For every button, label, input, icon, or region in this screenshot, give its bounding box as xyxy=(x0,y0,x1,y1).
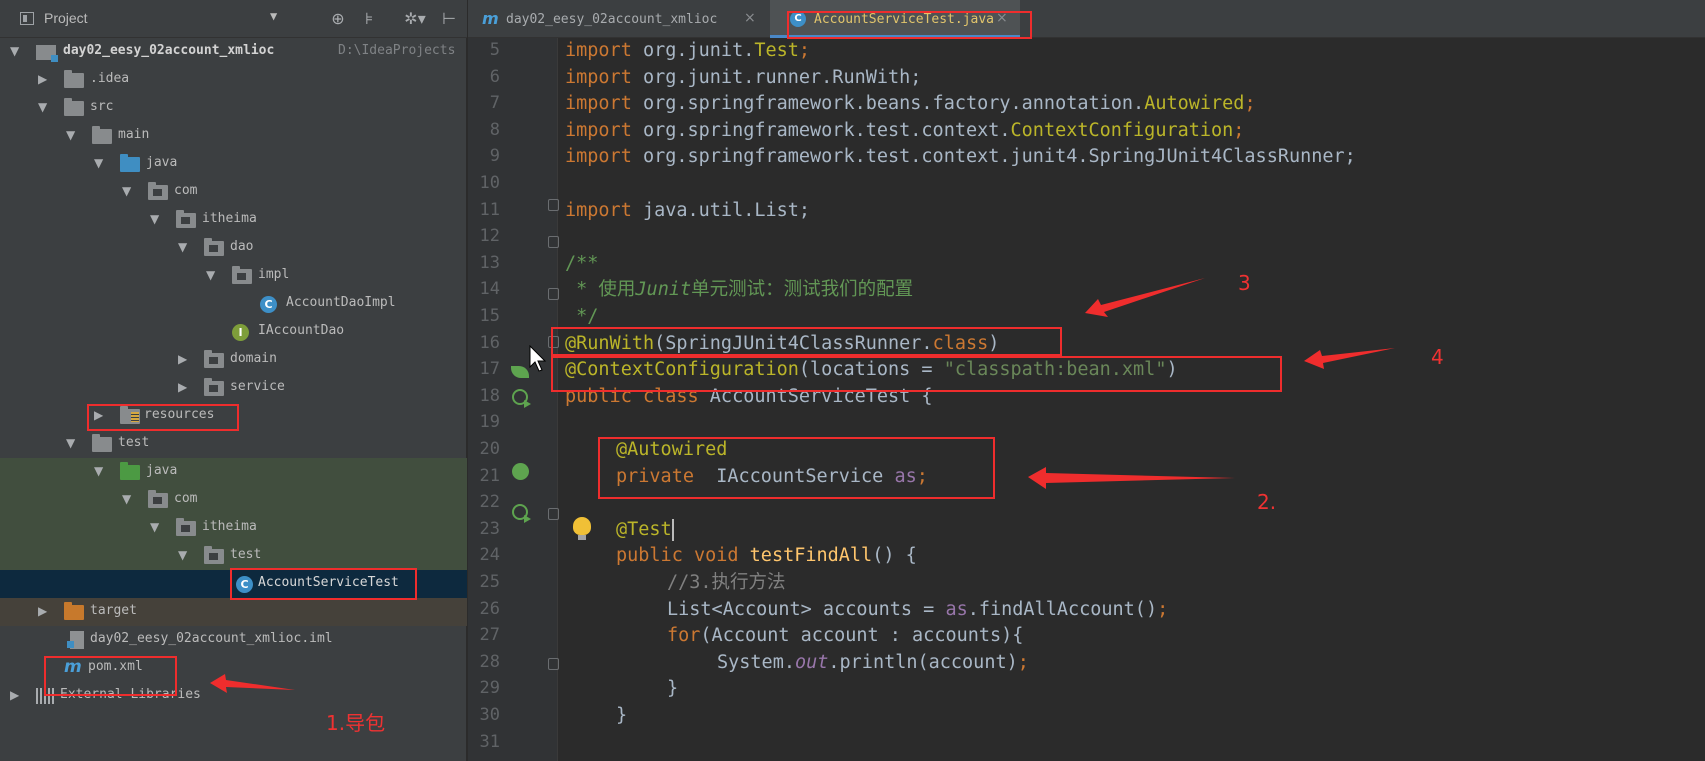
annotation-step-1: 1.导包 xyxy=(326,711,386,735)
arrow-to-autowired xyxy=(1028,467,1235,489)
arrow-to-runwith xyxy=(1085,278,1205,317)
annotation-arrows xyxy=(210,278,1395,693)
mouse-pointer-icon xyxy=(529,345,547,372)
arrow-to-contextconfiguration xyxy=(1304,348,1395,369)
arrow-to-pom xyxy=(210,674,295,693)
annotation-step-3: 3 xyxy=(1238,271,1251,295)
annotation-step-4: 4 xyxy=(1431,345,1444,369)
annotation-step-2: 2. xyxy=(1257,490,1277,514)
